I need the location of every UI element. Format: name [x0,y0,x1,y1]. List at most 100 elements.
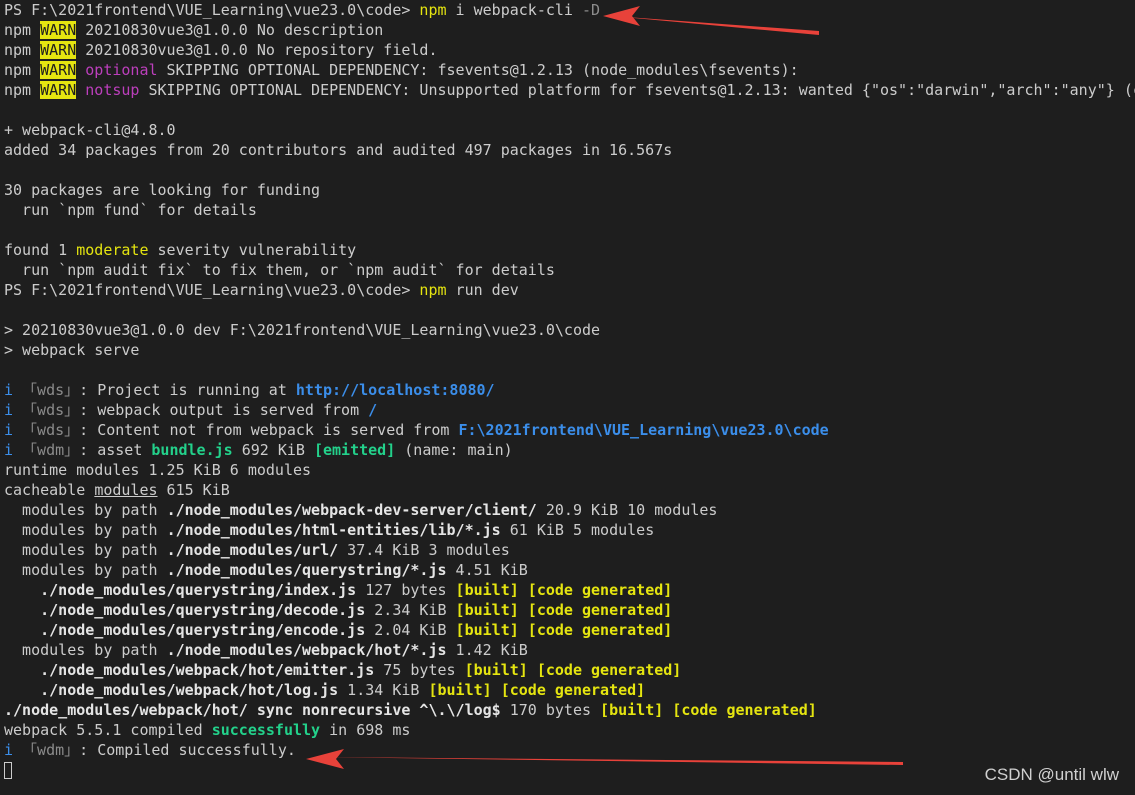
terminal-text: : Content not from webpack is served fro… [79,421,459,439]
terminal-line: run `npm fund` for details [4,200,1135,220]
terminal-text: / [368,401,378,419]
terminal-text: ./node_modules/webpack/hot/log.js [4,681,339,699]
terminal-text: 61 KiB 5 modules [500,521,655,539]
terminal-text: 1.42 KiB [446,641,528,659]
terminal-text: optional [85,61,158,79]
terminal-text: 30 packages are looking for funding [4,181,321,199]
terminal-text: i [4,401,14,419]
terminal-text: [code generated] [500,681,646,699]
terminal-text: : webpack output is served from [79,401,369,419]
terminal-text: ./node_modules/querystring/decode.js [4,601,366,619]
terminal-text: run `npm fund` for details [4,201,257,219]
terminal-text: WARN [40,21,77,39]
terminal-line: ./node_modules/querystring/index.js 127 … [4,580,1135,600]
terminal-line: found 1 moderate severity vulnerability [4,240,1135,260]
terminal-text: : Project is running at [79,381,296,399]
terminal-text: npm [419,281,447,299]
terminal-line: ./node_modules/webpack/hot/log.js 1.34 K… [4,680,1135,700]
terminal-text: : Compiled successfully. [79,741,296,759]
terminal-text: [built] [428,681,492,699]
terminal-text: [built] [600,701,664,719]
terminal-text: i [4,381,14,399]
terminal-text: npm [4,41,41,59]
terminal-line: ./node_modules/webpack/hot/emitter.js 75… [4,660,1135,680]
terminal-text: 20.9 KiB 10 modules [536,501,718,519]
terminal-line: npm WARN 20210830vue3@1.0.0 No descripti… [4,20,1135,40]
terminal-text: 615 KiB [157,481,230,499]
terminal-text: i [4,421,14,439]
terminal-line: ./node_modules/querystring/decode.js 2.3… [4,600,1135,620]
terminal-line: modules by path ./node_modules/webpack-d… [4,500,1135,520]
terminal-text: i [4,741,14,759]
terminal-text: 「wdm」 [13,441,80,459]
terminal-line: npm WARN notsup SKIPPING OPTIONAL DEPEND… [4,80,1135,100]
terminal-line: i 「wds」: Content not from webpack is ser… [4,420,1135,440]
terminal-line: modules by path ./node_modules/webpack/h… [4,640,1135,660]
terminal-text: ./node_modules/querystring/index.js [4,581,357,599]
terminal-text: runtime modules 1.25 KiB 6 modules [4,461,312,479]
terminal-line: > 20210830vue3@1.0.0 dev F:\2021frontend… [4,320,1135,340]
terminal-text: 「wds」 [13,381,80,399]
terminal-text: modules by path [4,641,167,659]
terminal-text: [code generated] [527,601,673,619]
terminal-line: runtime modules 1.25 KiB 6 modules [4,460,1135,480]
terminal-line: PS F:\2021frontend\VUE_Learning\vue23.0\… [4,280,1135,300]
terminal-text: npm [4,61,41,79]
terminal-text: cacheable [4,481,95,499]
terminal-text: WARN [40,61,77,79]
terminal-line: run `npm audit fix` to fix them, or `npm… [4,260,1135,280]
terminal-text: bundle.js [151,441,233,459]
terminal-text: F:\2021frontend\VUE_Learning\vue23.0\cod… [458,421,829,439]
terminal-text: added 34 packages from 20 contributors a… [4,141,673,159]
terminal-line: modules by path ./node_modules/querystri… [4,560,1135,580]
terminal-line: 30 packages are looking for funding [4,180,1135,200]
terminal-text: [built] [455,621,519,639]
terminal-text: ./node_modules/webpack/hot/*.js [166,641,447,659]
terminal-text: modules by path [4,521,167,539]
terminal-line: modules by path ./node_modules/url/ 37.4… [4,540,1135,560]
terminal-text: -D [581,1,601,19]
terminal-line: i 「wds」: Project is running at http://lo… [4,380,1135,400]
terminal-text: successfully [211,721,321,739]
terminal-text: modules by path [4,541,167,559]
terminal-text: [built] [464,661,528,679]
terminal-line: > webpack serve [4,340,1135,360]
terminal-text: 「wds」 [13,401,80,419]
terminal-text: ./node_modules/html-entities/lib/*.js [166,521,501,539]
terminal-line: + webpack-cli@4.8.0 [4,120,1135,140]
terminal-text: npm [4,21,41,39]
terminal-text: 4.51 KiB [446,561,528,579]
terminal-text: + webpack-cli@4.8.0 [4,121,176,139]
terminal-text: : asset [79,441,152,459]
terminal-text: > webpack serve [4,341,140,359]
terminal-line: i 「wdm」: asset bundle.js 692 KiB [emitte… [4,440,1135,460]
terminal-text: severity vulnerability [148,241,357,259]
terminal-text: ./node_modules/url/ [166,541,339,559]
terminal-text: ./node_modules/querystring/*.js [166,561,447,579]
terminal-text: ./node_modules/webpack/hot/emitter.js [4,661,375,679]
terminal-text: [code generated] [527,581,673,599]
terminal-text: ./node_modules/webpack-dev-server/client… [166,501,537,519]
terminal-text: webpack 5.5.1 compiled [4,721,212,739]
terminal-text: > 20210830vue3@1.0.0 dev F:\2021frontend… [4,321,601,339]
terminal-text: PS F:\2021frontend\VUE_Learning\vue23.0\… [4,1,420,19]
prompt-line[interactable] [4,760,1135,780]
terminal-text: WARN [40,41,77,59]
terminal-line: i 「wdm」: Compiled successfully. [4,740,1135,760]
terminal-text: 「wds」 [13,421,80,439]
terminal-text: npm [419,1,447,19]
terminal-text: 2.04 KiB [365,621,456,639]
terminal-text: [code generated] [527,621,673,639]
terminal-output[interactable]: PS F:\2021frontend\VUE_Learning\vue23.0\… [4,0,1135,795]
terminal-text: http://localhost:8080/ [295,381,495,399]
terminal-text: (name: main) [395,441,513,459]
terminal-line: webpack 5.5.1 compiled successfully in 6… [4,720,1135,740]
